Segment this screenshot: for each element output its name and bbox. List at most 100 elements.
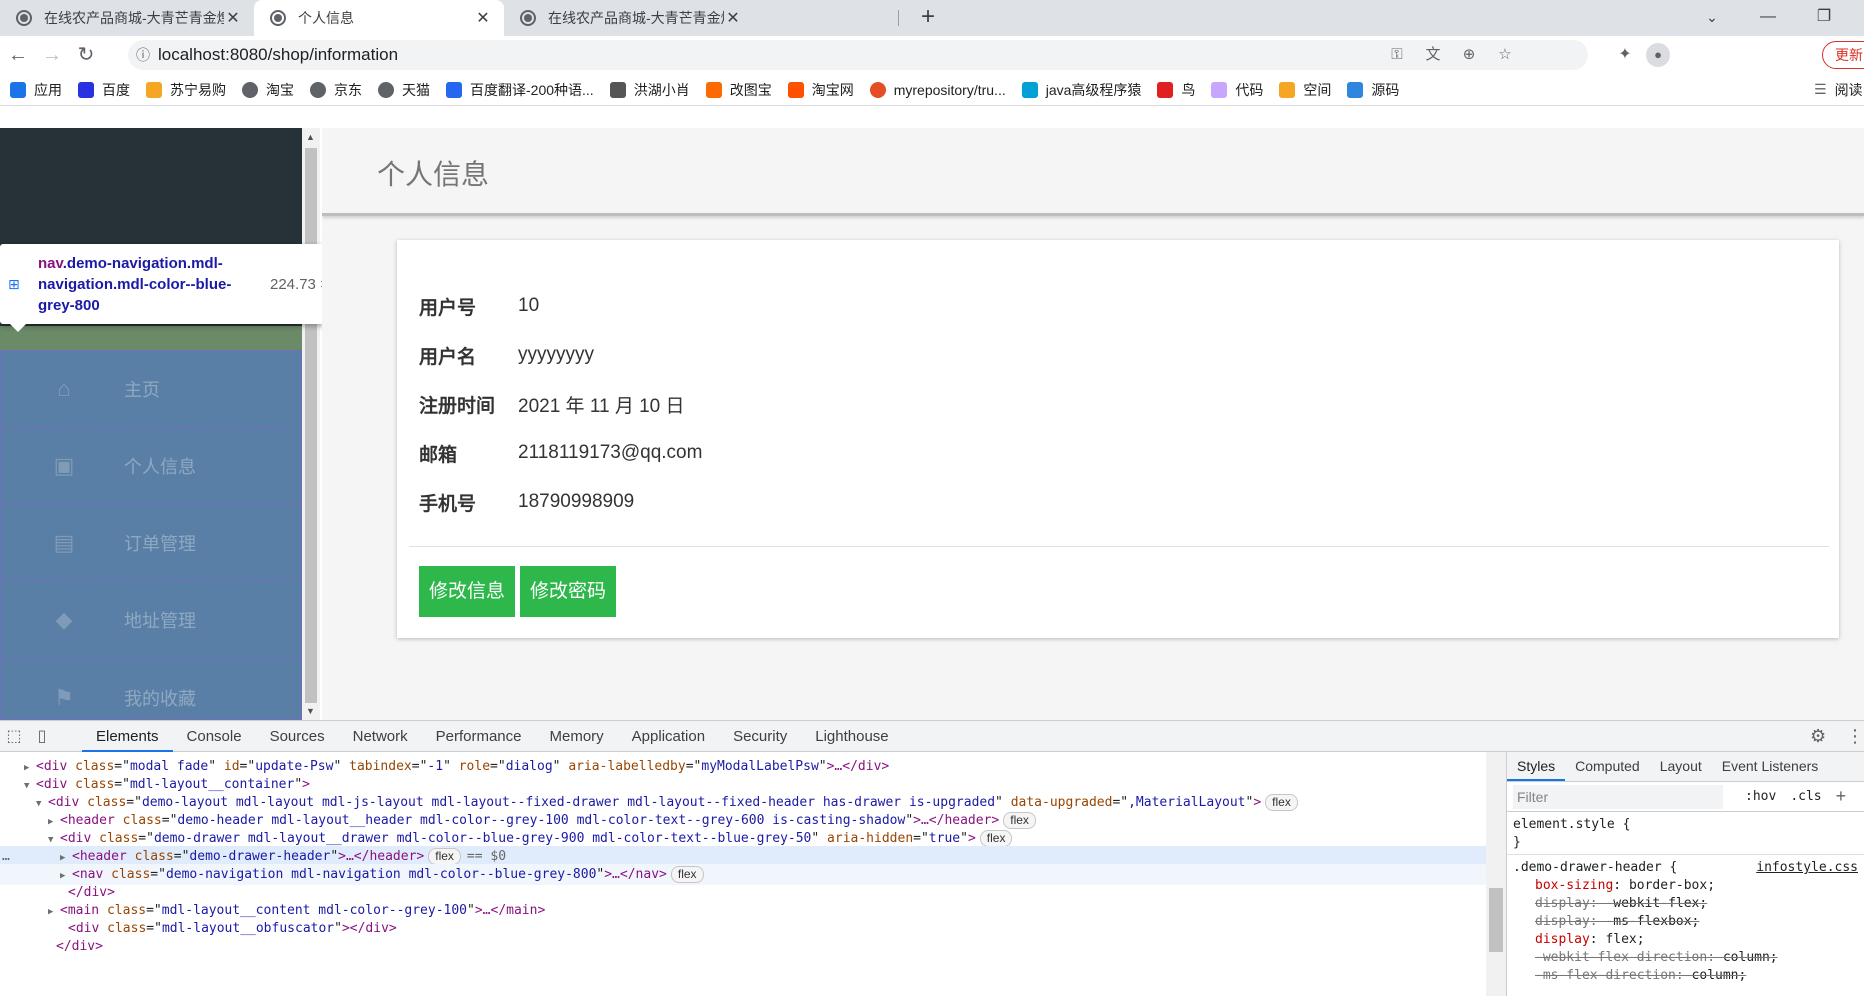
bookmark-apps[interactable]: 应用 (10, 80, 62, 100)
sidebar-item-address[interactable]: ◆ 地址管理 (1, 582, 302, 659)
styles-filter-input[interactable]: Filter (1513, 784, 1723, 809)
minimize-icon[interactable]: — (1745, 0, 1791, 36)
class-toggle[interactable]: .cls (1790, 789, 1821, 804)
inspect-element-icon[interactable]: ⬚ (0, 726, 28, 746)
sidebar-item-orders[interactable]: ▤ 订单管理 (1, 505, 302, 582)
css-property-value[interactable]: flex; (1605, 932, 1644, 947)
css-property[interactable]: display: -ms-flexbox; (1507, 913, 1864, 931)
css-property-name[interactable]: box-sizing (1535, 878, 1613, 893)
bookmark-item[interactable]: 鸟 (1157, 80, 1195, 100)
settings-gear-icon[interactable]: ⚙ (1810, 726, 1826, 747)
css-property-value[interactable]: column; (1723, 950, 1778, 965)
profile-avatar-icon[interactable]: ● (1646, 43, 1670, 67)
address-bar[interactable]: ⓘ localhost:8080/shop/information ⚿ 文 ⊕ … (128, 40, 1588, 70)
tab-layout[interactable]: Layout (1650, 752, 1712, 781)
tab-computed[interactable]: Computed (1565, 752, 1650, 781)
css-property[interactable]: -ms-flex-direction: column; (1507, 967, 1864, 985)
bookmark-item[interactable]: myrepository/tru... (869, 81, 1006, 98)
scrollbar-thumb[interactable] (305, 148, 317, 703)
zoom-icon[interactable]: ⊕ (1454, 40, 1484, 70)
tab-network[interactable]: Network (339, 721, 422, 752)
bookmark-item[interactable]: 改图宝 (705, 80, 772, 100)
bookmark-item[interactable]: 京东 (310, 80, 362, 100)
bookmark-item[interactable]: java高级程序猿 (1021, 80, 1141, 100)
device-toolbar-icon[interactable]: ▯ (28, 726, 56, 746)
tab-sources[interactable]: Sources (256, 721, 339, 752)
attr-quote: " (960, 831, 968, 846)
bookmark-item[interactable]: 淘宝 (242, 80, 294, 100)
tab-lighthouse[interactable]: Lighthouse (801, 721, 902, 752)
extensions-icon[interactable]: ✦ (1610, 40, 1640, 70)
close-tab-icon[interactable]: ✕ (224, 8, 242, 28)
close-tab-icon[interactable]: ✕ (724, 8, 742, 28)
bookmark-item[interactable]: 源码 (1347, 80, 1399, 100)
browser-tab-active[interactable]: 个人信息 ✕ (254, 0, 504, 36)
update-button[interactable]: 更新 (1822, 41, 1864, 69)
scroll-up-icon[interactable]: ▲ (306, 132, 315, 142)
tab-memory[interactable]: Memory (536, 721, 618, 752)
tab-styles[interactable]: Styles (1507, 752, 1566, 781)
css-property-name[interactable]: -webkit-flex-direction (1535, 950, 1707, 965)
css-property-value[interactable]: -webkit-flex; (1605, 896, 1707, 911)
tab-performance[interactable]: Performance (422, 721, 536, 752)
attr-value: demo-layout mdl-layout mdl-js-layout mdl… (141, 795, 996, 810)
browser-tab[interactable]: 在线农产品商城-大青芒青金煌芒 ✕ (504, 0, 754, 36)
tab-elements[interactable]: Elements (82, 721, 173, 752)
css-property[interactable]: -webkit-flex-direction: column; (1507, 949, 1864, 967)
change-password-button[interactable]: 修改密码 (520, 566, 616, 617)
add-rule-icon[interactable]: + (1836, 786, 1847, 807)
drawer-scrollbar[interactable]: ▲ ▼ (302, 128, 320, 720)
tab-console[interactable]: Console (173, 721, 256, 752)
attr-quote: " (905, 813, 914, 828)
forward-arrow-icon[interactable]: → (36, 39, 68, 71)
new-tab-button[interactable]: + (914, 4, 942, 32)
elements-scrollbar[interactable] (1486, 752, 1506, 996)
url-text[interactable]: localhost:8080/shop/information (158, 45, 398, 65)
css-property-value[interactable]: border-box; (1629, 878, 1715, 893)
tab-event-listeners[interactable]: Event Listeners (1712, 752, 1829, 781)
rule-selector[interactable]: .demo-drawer-header { infostyle.css (1507, 859, 1864, 877)
css-property[interactable]: display: -webkit-flex; (1507, 895, 1864, 913)
scrollbar-thumb[interactable] (1489, 888, 1503, 952)
scroll-down-icon[interactable]: ▼ (306, 706, 315, 716)
maximize-icon[interactable]: ❐ (1801, 0, 1847, 36)
sidebar-item-favorites[interactable]: ⚑ 我的收藏 (1, 659, 302, 720)
bookmark-item[interactable]: 苏宁易购 (146, 80, 226, 100)
css-property-name[interactable]: display (1535, 932, 1590, 947)
close-tab-icon[interactable]: ✕ (474, 8, 492, 28)
css-property-value[interactable]: column; (1692, 968, 1747, 983)
edit-info-button[interactable]: 修改信息 (419, 566, 515, 617)
bookmark-item[interactable]: 百度翻译-200种语... (446, 80, 594, 100)
bookmark-item[interactable]: 百度 (78, 80, 130, 100)
bookmark-item[interactable]: 代码 (1211, 80, 1263, 100)
back-arrow-icon[interactable]: ← (2, 39, 34, 71)
stylesheet-link[interactable]: infostyle.css (1756, 859, 1858, 877)
css-property-name[interactable]: display (1535, 896, 1590, 911)
sidebar-item-home[interactable]: ⌂ 主页 (1, 351, 302, 428)
bookmark-star-icon[interactable]: ☆ (1490, 40, 1520, 70)
css-property-name[interactable]: -ms-flex-direction (1535, 968, 1676, 983)
site-info-icon[interactable]: ⓘ (128, 45, 158, 65)
css-property[interactable]: display: flex; (1507, 931, 1864, 949)
hover-state-toggle[interactable]: :hov (1745, 789, 1776, 804)
browser-tab[interactable]: 在线农产品商城-大青芒青金煌芒 ✕ (0, 0, 254, 36)
attr-value: true (928, 831, 961, 846)
sidebar-item-profile[interactable]: ▣ 个人信息 (1, 428, 302, 505)
css-property[interactable]: box-sizing: border-box; (1507, 877, 1864, 895)
more-options-icon[interactable]: ⋮ (1846, 726, 1864, 747)
tab-application[interactable]: Application (618, 721, 719, 752)
css-property-name[interactable]: display (1535, 914, 1590, 929)
translate-icon[interactable]: 文 (1418, 40, 1448, 70)
css-property-value[interactable]: -ms-flexbox; (1605, 914, 1699, 929)
bookmark-item[interactable]: 天猫 (378, 80, 430, 100)
reading-list-button[interactable]: ☰ 阅读 (1814, 80, 1863, 100)
element-style-rule[interactable]: element.style { (1507, 816, 1864, 834)
reload-icon[interactable]: ↻ (70, 39, 102, 71)
dom-node-line[interactable]: </div> (0, 936, 1486, 957)
key-icon[interactable]: ⚿ (1382, 40, 1412, 70)
tab-security[interactable]: Security (719, 721, 801, 752)
bookmark-item[interactable]: 空间 (1279, 80, 1331, 100)
bookmark-item[interactable]: 洪湖小肖 (609, 80, 690, 100)
bookmark-item[interactable]: 淘宝网 (787, 80, 854, 100)
tab-search-icon[interactable]: ⌄ (1689, 0, 1735, 36)
